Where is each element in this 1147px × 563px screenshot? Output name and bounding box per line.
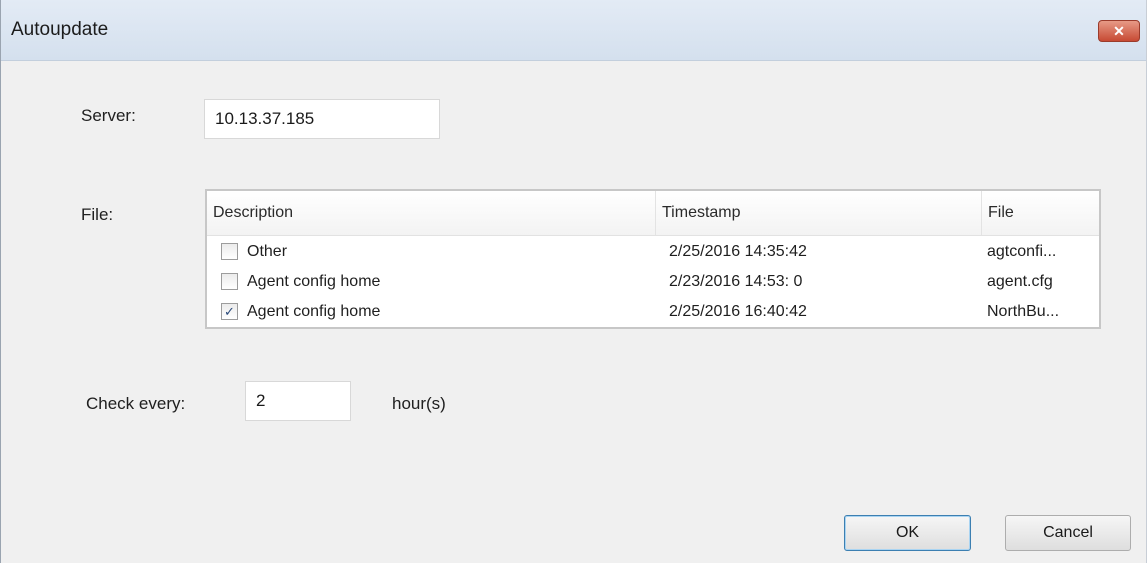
row-checkbox[interactable]: ✓: [221, 303, 238, 320]
column-header-file[interactable]: File: [982, 191, 1094, 235]
close-button[interactable]: ✕: [1098, 20, 1140, 42]
cancel-button[interactable]: Cancel: [1005, 515, 1131, 551]
file-list-header: Description Timestamp File: [207, 191, 1099, 236]
row-checkbox[interactable]: [221, 273, 238, 290]
check-interval-value: 2: [256, 391, 266, 410]
file-label: File:: [81, 205, 114, 224]
file-row[interactable]: Other 2/25/2016 14:35:42 agtconfi...: [207, 237, 1099, 267]
dialog-body: Server: 10.13.37.185 File: Description T…: [1, 61, 1146, 563]
row-file: agent.cfg: [987, 273, 1053, 290]
autoupdate-dialog: Autoupdate ✕ Server: 10.13.37.185 File: …: [0, 0, 1147, 563]
row-timestamp: 2/25/2016 16:40:42: [669, 303, 807, 320]
row-description: Agent config home: [247, 273, 381, 290]
row-checkbox[interactable]: [221, 243, 238, 260]
file-row[interactable]: ✓ Agent config home 2/25/2016 16:40:42 N…: [207, 297, 1099, 327]
row-file: NorthBu...: [987, 303, 1060, 320]
server-label: Server:: [81, 106, 136, 125]
window-title: Autoupdate: [11, 19, 109, 40]
column-header-timestamp[interactable]: Timestamp: [656, 191, 981, 235]
server-input[interactable]: 10.13.37.185: [204, 99, 440, 139]
hours-unit-label: hour(s): [392, 394, 446, 413]
row-timestamp: 2/23/2016 14:53: 0: [669, 273, 803, 290]
server-input-value: 10.13.37.185: [215, 109, 315, 128]
check-interval-input[interactable]: 2: [245, 381, 351, 421]
row-file: agtconfi...: [987, 243, 1057, 260]
title-bar[interactable]: Autoupdate ✕: [1, 0, 1146, 61]
ok-button[interactable]: OK: [844, 515, 971, 551]
file-list[interactable]: Description Timestamp File Other 2/25/20…: [205, 189, 1101, 329]
check-every-label: Check every:: [86, 394, 186, 413]
column-header-description[interactable]: Description: [207, 191, 655, 235]
row-timestamp: 2/25/2016 14:35:42: [669, 243, 807, 260]
close-x-icon: ✕: [1113, 22, 1125, 39]
row-description: Other: [247, 243, 288, 260]
check-mark-icon: ✓: [224, 304, 235, 319]
row-description: Agent config home: [247, 303, 381, 320]
file-row[interactable]: Agent config home 2/23/2016 14:53: 0 age…: [207, 267, 1099, 297]
